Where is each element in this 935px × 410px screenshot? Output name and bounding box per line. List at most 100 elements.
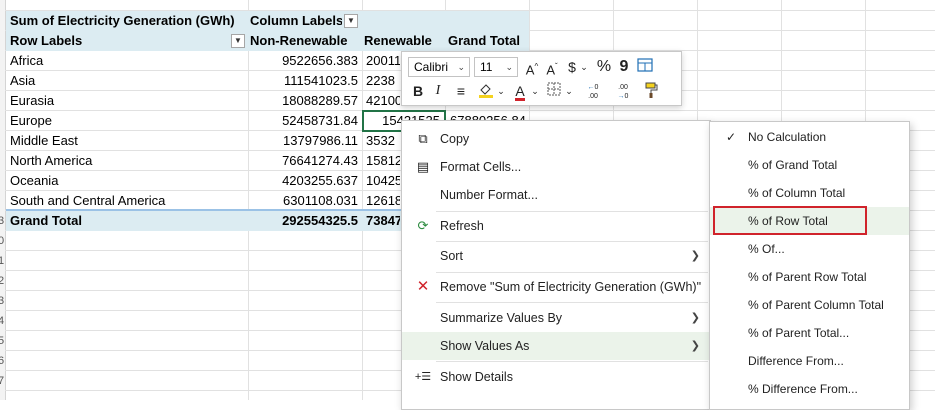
font-size-value: 11 [480,60,493,74]
cell-non-renewable[interactable]: 6301108.031 [250,191,358,211]
chevron-down-icon: ⌄ [505,62,513,72]
font-name-value: Calibri [414,60,449,74]
submenu-item-pct-of[interactable]: % Of... [710,235,909,263]
row-label[interactable]: North America [10,151,246,171]
value-field-header[interactable]: Sum of Electricity Generation (GWh) [10,11,246,31]
submenu-item-pct-parent-total[interactable]: % of Parent Total... [710,319,909,347]
menu-item-summarize-values-by[interactable]: Summarize Values By ❯ [402,304,710,332]
submenu-item-no-calculation[interactable]: ✓ No Calculation [710,123,909,151]
cell-non-renewable[interactable]: 52458731.84 [250,111,358,131]
cell-renewable[interactable]: 15812 [366,151,400,171]
bold-button[interactable]: B [410,81,426,101]
cell-non-renewable[interactable]: 9522656.383 [250,51,358,71]
cell-renewable[interactable]: 3532 [366,131,400,151]
chevron-down-icon[interactable]: ⌄ [564,81,574,101]
chevron-down-icon: ⌄ [457,62,465,72]
row-label[interactable]: Oceania [10,171,246,191]
decrease-decimal-button[interactable]: .00 →0 [610,81,636,103]
cell-non-renewable[interactable]: 18088289.57 [250,91,358,111]
menu-item-refresh[interactable]: ⟳ Refresh [402,212,710,240]
decrease-font-size-button[interactable]: Aˇ [543,57,561,77]
cell-renewable[interactable]: 10425 [366,171,400,191]
chevron-down-icon[interactable]: ⌄ [530,81,540,101]
italic-button[interactable]: I [430,81,446,101]
menu-item-label: Number Format... [440,188,538,202]
accounting-format-button[interactable]: $ [565,57,579,77]
submenu-item-pct-column-total[interactable]: % of Column Total [710,179,909,207]
cell-non-renewable[interactable]: 76641274.43 [250,151,358,171]
chevron-down-icon[interactable]: ⌄ [496,81,506,101]
cell-renewable[interactable]: 42100 [366,91,400,111]
menu-item-copy[interactable]: ⧉ Copy [402,125,710,153]
submenu-item-label: % of Parent Column Total [748,298,884,312]
row-number[interactable]: 7 [0,371,5,391]
menu-item-label: Show Values As [440,339,530,353]
menu-item-label: Sort [440,249,463,263]
cell-non-renewable[interactable]: 4203255.637 [250,171,358,191]
context-menu: ⧉ Copy ▤ Format Cells... Number Format..… [401,120,711,410]
submenu-item-label: % of Column Total [748,186,846,200]
fill-color-button[interactable] [476,81,496,101]
font-size-select[interactable]: 11 ⌄ [474,57,518,77]
menu-item-show-values-as[interactable]: Show Values As ❯ [402,332,710,360]
format-painter-icon[interactable] [642,81,662,101]
row-number[interactable]: 3 [0,291,5,311]
row-number[interactable]: 0 [0,231,5,251]
cell-renewable[interactable]: 20011 [366,51,400,71]
percent-style-button[interactable]: % [595,57,613,77]
menu-item-format-cells[interactable]: ▤ Format Cells... [402,153,710,181]
cell-renewable[interactable]: 12618 [366,191,400,211]
align-center-button[interactable]: ≡ [452,81,470,101]
chevron-right-icon: ❯ [690,340,700,352]
increase-font-size-button[interactable]: A^ [523,57,541,77]
row-label[interactable]: Middle East [10,131,246,151]
increase-decimal-button[interactable]: ←0.00 [580,81,606,103]
column-header-non-renewable[interactable]: Non-Renewable [250,31,360,51]
font-color-button[interactable]: A [510,81,530,101]
submenu-item-label: % Difference From... [748,382,858,396]
menu-item-label: Format Cells... [440,160,522,174]
format-painter-table-icon[interactable] [635,57,655,77]
menu-item-remove-field[interactable]: ✕ Remove "Sum of Electricity Generation … [402,273,710,301]
column-labels-filter-dropdown[interactable]: ▼ [344,14,358,28]
font-name-select[interactable]: Calibri ⌄ [408,57,470,77]
cell-grand-total[interactable]: 67880256.84 [450,111,530,120]
row-number[interactable]: 1 [0,251,5,271]
mini-toolbar: Calibri ⌄ 11 ⌄ A^ Aˇ $ ⌄ % 9 B I ≡ ⌄ A ⌄… [401,51,682,106]
row-labels-header[interactable]: Row Labels [10,31,230,51]
cell-non-renewable[interactable]: 111541023.5 [250,71,358,91]
row-labels-filter-dropdown[interactable]: ▼ [231,34,245,48]
row-header-column: 3 0 1 2 3 4 5 6 7 [0,0,6,400]
submenu-item-pct-parent-column-total[interactable]: % of Parent Column Total [710,291,909,319]
menu-item-number-format[interactable]: Number Format... [402,181,710,209]
column-labels-header[interactable]: Column Labels [250,11,342,31]
menu-item-label: Summarize Values By [440,311,563,325]
row-label[interactable]: Asia [10,71,246,91]
grand-total-label[interactable]: Grand Total [10,211,246,231]
row-label[interactable]: Eurasia [10,91,246,111]
column-header-grand-total[interactable]: Grand Total [448,31,528,51]
menu-item-sort[interactable]: Sort ❯ [402,242,710,270]
chevron-down-icon[interactable]: ⌄ [579,57,589,77]
submenu-item-pct-parent-row-total[interactable]: % of Parent Row Total [710,263,909,291]
row-label[interactable]: Africa [10,51,246,71]
row-number[interactable]: 5 [0,331,5,351]
grand-total-renewable[interactable]: 73847 [366,211,400,231]
grand-total-non-renewable[interactable]: 292554325.5 [250,211,358,231]
submenu-item-pct-grand-total[interactable]: % of Grand Total [710,151,909,179]
submenu-item-label: % of Parent Total... [748,326,850,340]
menu-item-show-details[interactable]: +☰ Show Details [402,363,710,391]
submenu-item-pct-difference-from[interactable]: % Difference From... [710,375,909,403]
column-header-renewable[interactable]: Renewable [364,31,444,51]
row-number[interactable]: 4 [0,311,5,331]
cell-non-renewable[interactable]: 13797986.11 [250,131,358,151]
comma-style-button[interactable]: 9 [617,57,631,77]
cell-renewable[interactable]: 2238 [366,71,400,91]
row-number[interactable]: 2 [0,271,5,291]
borders-button[interactable] [544,81,564,101]
submenu-item-difference-from[interactable]: Difference From... [710,347,909,375]
menu-separator [436,361,708,362]
row-label[interactable]: Europe [10,111,246,131]
row-number[interactable]: 6 [0,351,5,371]
row-label[interactable]: South and Central America [10,191,246,211]
